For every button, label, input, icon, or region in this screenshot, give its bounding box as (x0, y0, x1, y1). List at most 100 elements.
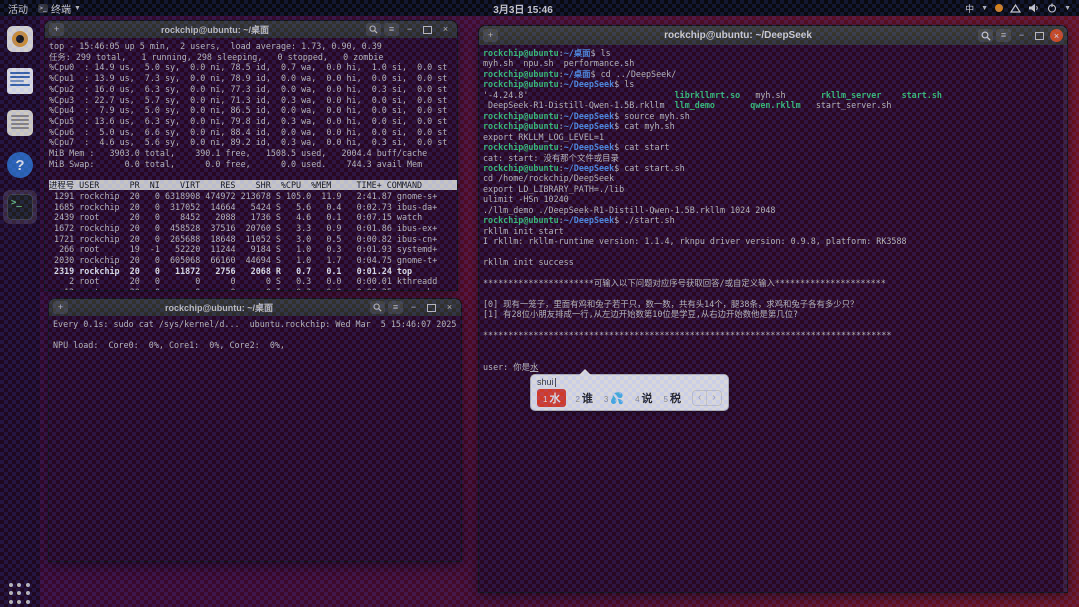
dock-item-terminal[interactable]: >_ (3, 190, 37, 224)
close-button[interactable]: × (438, 23, 453, 36)
candidate-text: 💦 (610, 392, 624, 405)
terminal-line: [0] 现有一笼子，里面有鸡和兔子若干只，数一数，共有头14个，腿38条，求鸡和… (483, 299, 1063, 309)
terminal-line: export RKLLM_LOG_LEVEL=1 (483, 132, 1063, 142)
new-tab-button[interactable]: + (483, 29, 498, 42)
new-tab-button[interactable]: + (53, 301, 68, 314)
close-button[interactable]: × (442, 301, 457, 314)
terminal-line: MiB Mem : 3903.0 total, 390.1 free, 1508… (49, 148, 453, 159)
chevron-down-icon: ▼ (981, 5, 988, 12)
terminal-line: cd /home/rockchip/DeepSeek (483, 173, 1063, 183)
terminal-line: %Cpu3 : 22.7 us, 5.7 sy, 0.0 ni, 71.3 id… (49, 95, 453, 106)
close-button[interactable]: × (1050, 29, 1063, 42)
terminal-line: rockchip@ubuntu:~/DeepSeek$ ls (483, 79, 1063, 89)
ime-candidate[interactable]: 2 谁 (573, 389, 594, 407)
terminal-line: cat: start: 没有那个文件或目录 (483, 153, 1063, 163)
terminal-line: 266 root 19 -1 52220 11244 9184 S 1.0 0.… (49, 244, 453, 255)
terminal-line: rkllm init success (483, 257, 1063, 267)
terminal-line: **********************可输入以下问题对应序号获取回答/或自… (483, 278, 1063, 288)
dock-item-text-editor[interactable] (3, 106, 37, 140)
terminal-line: %Cpu4 : 7.9 us, 5.0 sy, 0.0 ni, 86.5 id,… (49, 105, 453, 116)
dock-item-libreoffice-writer[interactable] (3, 64, 37, 98)
terminal-output[interactable]: rockchip@ubuntu:~/桌面$ lsmyh.sh npu.sh pe… (479, 45, 1067, 592)
window-title: rockchip@ubuntu: ~/桌面 (67, 23, 363, 36)
terminal-line: 1721 rockchip 20 0 265688 18648 11052 S … (49, 234, 453, 245)
text-cursor (555, 378, 556, 387)
terminal-line: %Cpu1 : 13.9 us, 7.3 sy, 0.0 ni, 78.9 id… (49, 73, 453, 84)
window-deepseek-terminal: + rockchip@ubuntu: ~/DeepSeek ≡ − × rock… (478, 25, 1068, 593)
window-title: rockchip@ubuntu: ~/DeepSeek (501, 30, 975, 41)
chevron-down-icon: ▼ (74, 5, 81, 12)
terminal-line: rockchip@ubuntu:~/DeepSeek$ cat start.sh (483, 163, 1063, 173)
new-tab-button[interactable]: + (49, 23, 64, 36)
terminal-line: '-4.24.8' librkllmrt.so myh.sh rkllm_ser… (483, 90, 1063, 100)
clock[interactable]: 3月3日 15:46 (81, 1, 965, 16)
maximize-button[interactable] (424, 301, 439, 314)
terminal-line: ulimit -HSn 10240 (483, 194, 1063, 204)
terminal-line: 1291 rockchip 20 0 6318908 474972 213678… (49, 191, 453, 202)
minimize-button[interactable]: − (1014, 29, 1029, 42)
terminal-line (483, 341, 1063, 351)
power-icon (1047, 3, 1057, 13)
window-bottom-terminal: + rockchip@ubuntu: ~/桌面 ≡ − × Every 0.1s… (48, 298, 462, 562)
maximize-button[interactable] (1032, 29, 1047, 42)
terminal-line: rockchip@ubuntu:~/DeepSeek$ cat start (483, 142, 1063, 152)
ime-preedit: shui (537, 377, 722, 387)
terminal-line: I rkllm: rkllm-runtime version: 1.1.4, r… (483, 236, 1063, 246)
scrollbar[interactable] (1063, 45, 1067, 592)
activities-button[interactable]: 活动 (8, 1, 28, 16)
next-page-button[interactable]: › (707, 391, 720, 405)
network-icon (1010, 3, 1021, 13)
title-bar[interactable]: + rockchip@ubuntu: ~/桌面 ≡ − × (45, 21, 457, 38)
terminal-line: 2439 root 20 0 8452 2088 1736 S 4.6 0.1 … (49, 212, 453, 223)
desktop: 活动 >_ 终端 ▼ 3月3日 15:46 中 ▼ ▼ (0, 0, 1079, 607)
menu-icon[interactable]: ≡ (384, 23, 399, 36)
terminal-line: [1] 有28位小朋友排成一行,从左边开始数第10位是学豆,从右边开始数他是第几… (483, 309, 1063, 319)
minimize-button[interactable]: − (406, 301, 421, 314)
terminal-line: %Cpu5 : 13.6 us, 6.3 sy, 0.0 ni, 79.8 id… (49, 116, 453, 127)
recording-indicator-icon (995, 4, 1003, 12)
title-bar[interactable]: + rockchip@ubuntu: ~/桌面 ≡ − × (49, 299, 461, 316)
terminal-line: 2030 rockchip 20 0 605068 66160 44694 S … (49, 255, 453, 266)
terminal-output[interactable]: top - 15:46:05 up 5 min, 2 users, load a… (45, 38, 457, 290)
ime-pager: ‹ › (692, 390, 722, 406)
menu-icon[interactable]: ≡ (388, 301, 403, 314)
ime-candidate[interactable]: 3 💦 (602, 391, 626, 406)
terminal-line: rockchip@ubuntu:~/DeepSeek$ cat myh.sh (483, 121, 1063, 131)
terminal-line (483, 351, 1063, 361)
terminal-line: 2 root 20 0 0 0 0 S 0.3 0.0 0:00.01 kthr… (49, 276, 453, 287)
ime-candidate[interactable]: 4 说 (633, 389, 654, 407)
terminal-line: MiB Swap: 0.0 total, 0.0 free, 0.0 used.… (49, 159, 453, 170)
text-editor-icon (7, 110, 33, 136)
input-method-indicator[interactable]: 中 (965, 2, 974, 15)
terminal-line: Every 0.1s: sudo cat /sys/kernel/d... ub… (53, 319, 457, 330)
search-icon[interactable] (370, 301, 385, 314)
terminal-line: DeepSeek-R1-Distill-Qwen-1.5B.rkllm llm_… (483, 100, 1063, 110)
search-icon[interactable] (978, 29, 993, 42)
terminal-icon: >_ (7, 194, 33, 220)
ime-candidate[interactable]: 5 税 (662, 389, 683, 407)
ime-candidate[interactable]: 1 水 (537, 389, 566, 407)
ime-candidate-row: 1 水 2 谁 3 💦 4 说 5 税 ‹ › (537, 389, 722, 407)
app-menu[interactable]: >_ 终端 ▼ (38, 1, 81, 16)
title-bar[interactable]: + rockchip@ubuntu: ~/DeepSeek ≡ − × (479, 26, 1067, 45)
terminal-line: user: 你是水 (483, 362, 1063, 372)
prev-page-button[interactable]: ‹ (693, 391, 707, 405)
minimize-button[interactable]: − (402, 23, 417, 36)
system-tray[interactable]: 中 ▼ ▼ (965, 2, 1079, 15)
terminal-line (483, 247, 1063, 257)
maximize-button[interactable] (420, 23, 435, 36)
volume-icon (1028, 3, 1040, 13)
dock-item-help[interactable]: ? (3, 148, 37, 182)
terminal-output[interactable]: Every 0.1s: sudo cat /sys/kernel/d... ub… (49, 316, 461, 561)
terminal-line (483, 320, 1063, 330)
ime-popup: shui 1 水 2 谁 3 💦 4 说 5 税 (530, 374, 729, 411)
show-applications-button[interactable] (9, 583, 31, 605)
candidate-number: 4 (635, 395, 639, 404)
terminal-line: 任务: 299 total, 1 running, 298 sleeping, … (49, 52, 453, 63)
dock-item-rhythmbox[interactable] (3, 22, 37, 56)
search-icon[interactable] (366, 23, 381, 36)
terminal-line: 2319 rockchip 20 0 11872 2756 2068 R 0.7… (49, 266, 453, 277)
candidate-number: 3 (604, 395, 608, 404)
menu-icon[interactable]: ≡ (996, 29, 1011, 42)
terminal-line: myh.sh npu.sh performance.sh (483, 58, 1063, 68)
